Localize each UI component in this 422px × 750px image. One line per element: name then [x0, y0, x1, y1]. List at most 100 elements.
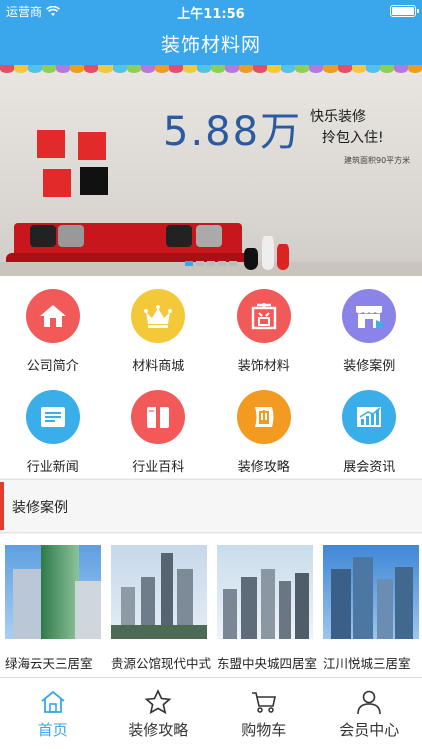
- grid-item-renovation-guide[interactable]: 装修攻略: [211, 377, 317, 478]
- tab-home[interactable]: 首页: [0, 678, 106, 750]
- carousel-dot[interactable]: [218, 261, 226, 266]
- chart-icon: [357, 407, 382, 427]
- case-image: [217, 545, 313, 639]
- grid-item-label: 装修攻略: [237, 460, 290, 475]
- garland-flag: [267, 65, 282, 73]
- grid-item-label: 装修案例: [343, 359, 396, 374]
- tab-label: 会员中心: [339, 721, 400, 739]
- garland-flag: [239, 65, 254, 73]
- wall-frame: [43, 169, 71, 197]
- grid-item-company-intro[interactable]: 公司简介: [0, 276, 106, 377]
- garland-flag: [112, 65, 127, 73]
- carousel-dot[interactable]: [229, 261, 237, 266]
- garland-decoration: [0, 65, 422, 75]
- grid-item-exhibition-news[interactable]: 展会资讯: [317, 377, 422, 478]
- garland-flag: [182, 65, 197, 73]
- pillow: [30, 225, 56, 247]
- shang-icon: [251, 303, 276, 330]
- cart-icon: [251, 692, 276, 713]
- garland-flag: [0, 65, 15, 73]
- wall-frame: [78, 132, 106, 160]
- building: [223, 589, 237, 639]
- building: [377, 579, 393, 639]
- case-card[interactable]: 东盟中央城四居室: [217, 545, 317, 677]
- building: [279, 581, 291, 639]
- pillow: [196, 225, 222, 247]
- grid-item-renovation-cases[interactable]: 装修案例: [317, 276, 422, 377]
- grid-item-label: 行业新闻: [26, 460, 79, 475]
- banner-price: 5.88万: [163, 109, 303, 155]
- banner-area-note: 建筑面积90平方米: [344, 156, 411, 165]
- tab-member-center[interactable]: 会员中心: [317, 678, 422, 750]
- garland-flag: [253, 65, 268, 73]
- building: [75, 581, 101, 639]
- tagline-line2: 拎包入住!: [322, 130, 384, 146]
- garland-flag: [56, 65, 71, 73]
- garland-flag: [70, 65, 85, 73]
- case-image: [323, 545, 419, 639]
- building: [13, 569, 43, 639]
- status-time: 上午11:56: [177, 7, 245, 22]
- garland-flag: [295, 65, 310, 73]
- circle-bg: [25, 390, 80, 444]
- book-icon: [147, 407, 170, 428]
- section-header-cases[interactable]: 装修案例: [0, 479, 422, 533]
- grid-item-industry-wiki[interactable]: 行业百科: [106, 377, 212, 478]
- tagline-line1: 快乐装修: [310, 109, 366, 125]
- vase: [277, 244, 289, 270]
- wall-frame: [37, 130, 65, 158]
- case-image: [5, 545, 101, 639]
- case-card[interactable]: 江川悦城三居室: [323, 545, 419, 677]
- status-bar: 运营商 上午11:56: [0, 0, 422, 22]
- page-title: 装饰材料网: [160, 34, 261, 56]
- garland-flag: [42, 65, 57, 73]
- grid-item-label: 展会资讯: [343, 460, 396, 475]
- building: [331, 569, 351, 639]
- garland-flag: [14, 65, 29, 73]
- home-outline-icon: [41, 690, 65, 713]
- tab-renovation-guide[interactable]: 装修攻略: [106, 678, 212, 750]
- carousel-dot[interactable]: [207, 261, 215, 266]
- building: [353, 557, 373, 639]
- home-icon: [39, 305, 66, 327]
- garland-flag: [351, 65, 366, 73]
- garland-flag: [225, 65, 240, 73]
- feature-grid: 公司简介 材料商城 装饰材料 装修案例 行业新闻 行业百科 装修攻略 展会资讯: [0, 276, 422, 478]
- case-name: 江川悦城三居室: [323, 656, 411, 671]
- case-name: 贵源公馆现代中式: [111, 656, 211, 671]
- tab-cart[interactable]: 购物车: [211, 678, 317, 750]
- grid-item-label: 行业百科: [132, 460, 185, 475]
- circle-bg: [236, 390, 291, 444]
- case-card[interactable]: 绿海云天三居室: [5, 545, 101, 677]
- wall-frame: [80, 167, 108, 195]
- building: [111, 625, 207, 639]
- grid-item-material-mall[interactable]: 材料商城: [106, 276, 212, 377]
- building: [41, 545, 79, 639]
- circle-bg: [131, 390, 186, 444]
- case-image: [111, 545, 207, 639]
- section-accent-bar: [0, 482, 4, 530]
- circle-bg: [25, 289, 80, 343]
- section-title: 装修案例: [12, 500, 68, 516]
- garland-flag: [196, 65, 211, 73]
- circle-bg: [342, 390, 397, 444]
- promo-banner[interactable]: 5.88万 快乐装修 拎包入住! 建筑面积90平方米: [0, 65, 422, 276]
- carousel-dots[interactable]: [0, 261, 422, 266]
- grid-item-industry-news[interactable]: 行业新闻: [0, 377, 106, 478]
- garland-flag: [140, 65, 155, 73]
- garland-flag: [84, 65, 99, 73]
- grid-item-decoration-material[interactable]: 装饰材料: [211, 276, 317, 377]
- grid-item-label: 装饰材料: [237, 359, 290, 374]
- case-list: 绿海云天三居室 贵源公馆现代中式 东盟中央城四居室 江川悦城三居室: [0, 534, 422, 677]
- garland-flag: [337, 65, 352, 73]
- garland-flag: [309, 65, 324, 73]
- tab-label: 购物车: [241, 721, 287, 739]
- grid-item-label: 公司简介: [26, 359, 79, 374]
- garland-flag: [210, 65, 225, 73]
- case-name: 东盟中央城四居室: [217, 656, 317, 671]
- building: [295, 573, 309, 639]
- carousel-dot[interactable]: [185, 261, 193, 266]
- case-card[interactable]: 贵源公馆现代中式: [111, 545, 211, 677]
- carousel-dot[interactable]: [196, 261, 204, 266]
- grid-item-label: 材料商城: [132, 359, 185, 374]
